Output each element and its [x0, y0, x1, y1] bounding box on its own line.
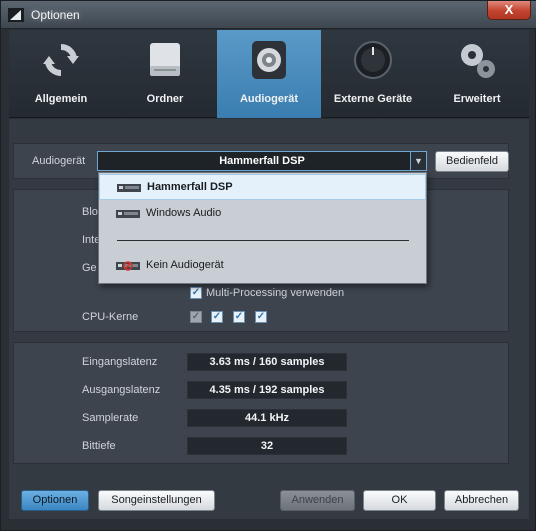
- cpu-core-checkbox[interactable]: ✓: [211, 311, 223, 323]
- cancel-button[interactable]: Abbrechen: [444, 490, 519, 511]
- dropdown-item-hammerfall[interactable]: Hammerfall DSP: [99, 174, 426, 200]
- close-button[interactable]: X: [487, 1, 531, 20]
- audio-device-dropdown: Hammerfall DSP Windows Audio Kein Audiog…: [98, 172, 427, 284]
- block-size-label: Blo: [82, 206, 98, 218]
- tab-erweitert[interactable]: Erweitert: [425, 30, 529, 118]
- input-latency-value: 3.63 ms / 160 samples: [187, 353, 347, 371]
- cpu-core-checkbox[interactable]: ✓: [255, 311, 267, 323]
- cpu-core-checkbox[interactable]: ✓: [233, 311, 245, 323]
- dropdown-item-windows-audio[interactable]: Windows Audio: [99, 201, 426, 227]
- tab-label: Externe Geräte: [333, 93, 413, 105]
- audio-device-label: Audiogerät: [32, 155, 86, 167]
- input-latency-label: Eingangslatenz: [82, 356, 158, 368]
- title-bar[interactable]: Optionen X: [1, 1, 536, 29]
- tab-label: Allgemein: [34, 93, 88, 105]
- refresh-icon: [43, 43, 79, 77]
- audio-device-select[interactable]: Hammerfall DSP: [97, 151, 427, 171]
- bitdepth-value: 32: [187, 437, 347, 455]
- ok-button[interactable]: OK: [363, 490, 436, 511]
- device-label: Ge: [82, 262, 97, 274]
- options-window: Optionen X Allgemein Ordner Audiogerät E…: [0, 0, 536, 531]
- multiprocessing-label: Multi-Processing verwenden: [206, 287, 345, 299]
- multiprocessing-checkbox[interactable]: ✓: [190, 287, 202, 299]
- song-settings-button[interactable]: Songeinstellungen: [98, 490, 215, 511]
- drive-icon: [150, 43, 180, 76]
- control-panel-button[interactable]: Bedienfeld: [435, 151, 509, 172]
- tab-label: Erweitert: [453, 93, 501, 105]
- chevron-down-icon[interactable]: ▼: [410, 151, 427, 171]
- gears-icon: [461, 44, 495, 78]
- dropdown-separator: [117, 240, 409, 241]
- cpu-core-checkbox: ✓: [190, 311, 202, 323]
- tab-label: Audiogerät: [239, 93, 299, 105]
- audio-interface-icon: [117, 184, 141, 192]
- dropdown-item-label: Hammerfall DSP: [147, 181, 233, 193]
- output-latency-value: 4.35 ms / 192 samples: [187, 381, 347, 399]
- speaker-icon: [252, 41, 286, 79]
- tab-label: Ordner: [146, 93, 184, 105]
- tab-audiogeraet[interactable]: Audiogerät: [217, 30, 321, 118]
- category-tabs: Allgemein Ordner Audiogerät Externe Gerä…: [9, 30, 529, 118]
- audio-interface-icon: [116, 210, 140, 218]
- dropdown-item-label: Kein Audiogerät: [146, 259, 224, 271]
- output-latency-label: Ausgangslatenz: [82, 384, 161, 396]
- bitdepth-label: Bittiefe: [82, 440, 116, 452]
- samplerate-label: Samplerate: [82, 412, 139, 424]
- no-audio-device-icon: [116, 261, 140, 271]
- options-button[interactable]: Optionen: [21, 490, 89, 511]
- tab-ordner[interactable]: Ordner: [113, 30, 217, 118]
- tab-allgemein[interactable]: Allgemein: [9, 30, 113, 118]
- window-title: Optionen: [31, 8, 80, 22]
- tab-externe-geraete[interactable]: Externe Geräte: [321, 30, 425, 118]
- studio-one-logo-icon: [8, 8, 24, 22]
- cpu-cores-label: CPU-Kerne: [82, 311, 139, 323]
- knob-icon: [354, 41, 392, 79]
- dropdown-item-label: Windows Audio: [146, 207, 222, 219]
- dropdown-item-no-device[interactable]: Kein Audiogerät: [99, 253, 426, 279]
- apply-button[interactable]: Anwenden: [280, 490, 355, 511]
- samplerate-value: 44.1 kHz: [187, 409, 347, 427]
